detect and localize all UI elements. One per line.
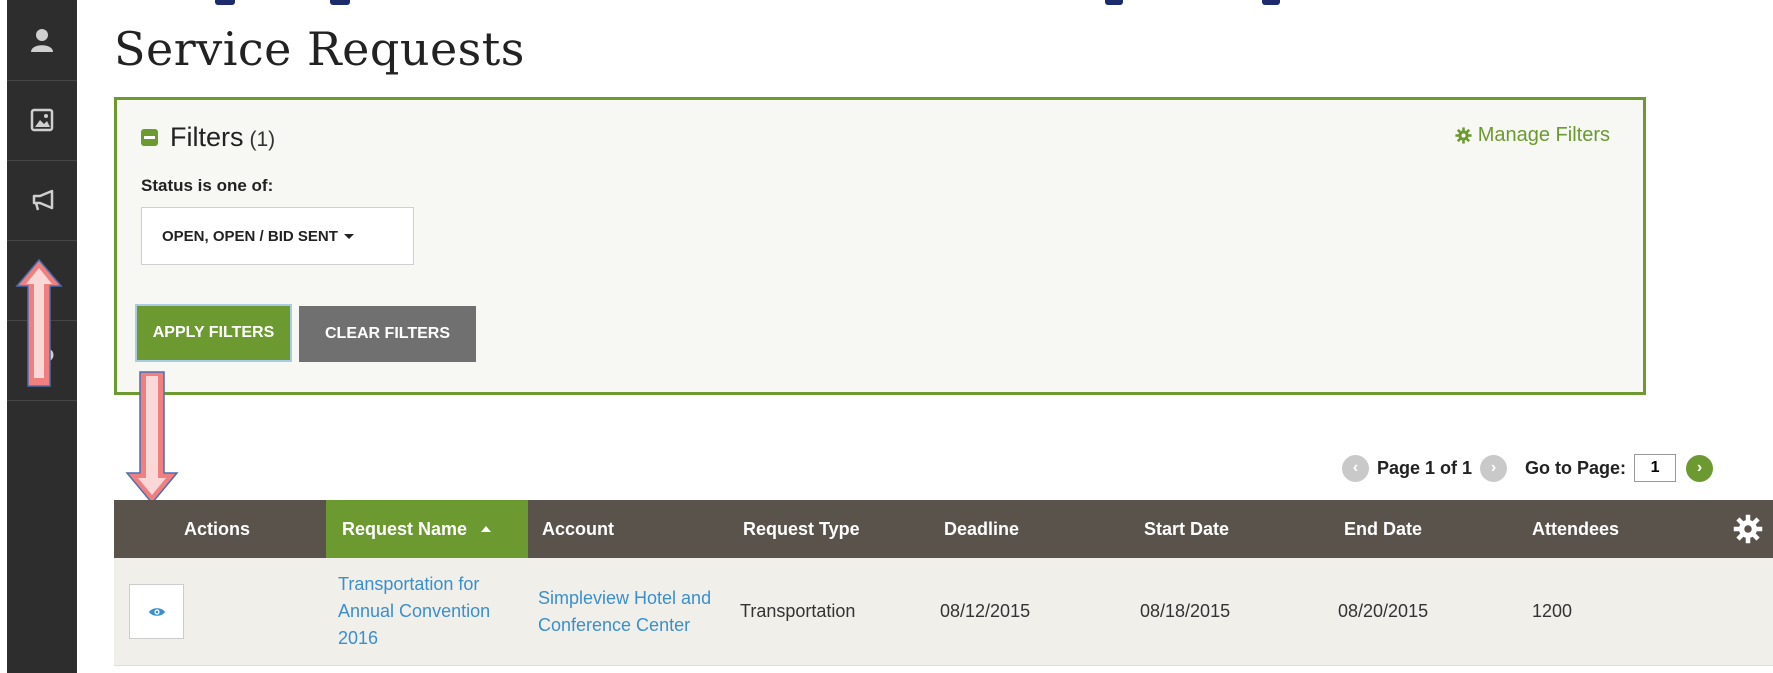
top-banner — [0, 0, 1773, 10]
eye-icon — [148, 607, 165, 616]
caret-down-icon — [343, 233, 354, 239]
sidebar-item-announcements[interactable] — [7, 160, 77, 241]
go-to-page-input[interactable] — [1634, 454, 1677, 482]
pagination: ‹ Page 1 of 1 › Go to Page: › — [1342, 452, 1714, 484]
end-date-cell: 08/20/2015 — [1338, 601, 1429, 621]
column-header-attendees[interactable]: Attendees — [1532, 500, 1712, 558]
status-filter-value: OPEN, OPEN / BID SENT — [162, 227, 338, 245]
column-header-start-date[interactable]: Start Date — [1144, 500, 1324, 558]
page-title: Service Requests — [114, 22, 525, 76]
column-header-request-name-label: Request Name — [342, 518, 468, 539]
table-row: Transportation for Annual Convention 201… — [114, 558, 1773, 666]
filters-count: (1) — [249, 127, 276, 151]
account-link[interactable]: Simpleview Hotel and Conference Center — [538, 558, 728, 665]
gear-icon — [1455, 127, 1472, 144]
next-page-button[interactable]: › — [1480, 454, 1508, 482]
sidebar-item-profile[interactable] — [7, 0, 77, 81]
column-header-account[interactable]: Account — [542, 500, 722, 558]
column-header-end-date[interactable]: End Date — [1344, 500, 1524, 558]
view-request-button[interactable] — [129, 584, 184, 639]
manage-filters-link[interactable]: Manage Filters — [1455, 124, 1610, 147]
go-page-button[interactable]: › — [1686, 454, 1714, 482]
collapse-minus-icon — [141, 129, 158, 146]
column-settings-gear-icon[interactable] — [1733, 514, 1763, 544]
start-date-cell: 08/18/2015 — [1140, 601, 1231, 621]
filters-collapse-toggle[interactable]: Filters (1) — [141, 122, 275, 153]
go-to-page-label: Go to Page: — [1525, 457, 1627, 478]
sort-ascending-icon — [481, 526, 492, 532]
column-header-request-type[interactable]: Request Type — [743, 500, 923, 558]
apply-filters-button[interactable]: APPLY FILTERS — [135, 304, 292, 362]
column-header-deadline[interactable]: Deadline — [944, 500, 1124, 558]
column-header-actions[interactable]: Actions — [184, 500, 334, 558]
deadline-cell: 08/12/2015 — [940, 601, 1031, 621]
filters-panel: Filters (1) Manage Filters Status is one… — [114, 97, 1646, 395]
clear-filters-button[interactable]: CLEAR FILTERS — [299, 306, 476, 362]
request-name-link[interactable]: Transportation for Annual Convention 201… — [338, 558, 528, 665]
annotation-arrow-down — [125, 371, 179, 505]
status-filter-dropdown[interactable]: OPEN, OPEN / BID SENT — [141, 207, 414, 265]
status-filter-label: Status is one of: — [141, 176, 274, 195]
manage-filters-label: Manage Filters — [1477, 124, 1610, 146]
previous-page-button[interactable]: ‹ — [1342, 454, 1369, 482]
sidebar-item-media[interactable] — [7, 80, 77, 161]
request-type-cell: Transportation — [740, 601, 856, 621]
column-header-request-name[interactable]: Request Name — [326, 500, 528, 558]
user-icon — [31, 29, 53, 52]
filters-title: Filters — [170, 122, 244, 152]
page-indicator: Page 1 of 1 — [1377, 457, 1473, 478]
attendees-cell: 1200 — [1532, 601, 1573, 621]
image-icon — [30, 108, 54, 132]
megaphone-icon — [32, 189, 54, 211]
table-header: Actions Request Name Account Request Typ… — [114, 500, 1773, 558]
annotation-arrow-up — [15, 258, 63, 387]
